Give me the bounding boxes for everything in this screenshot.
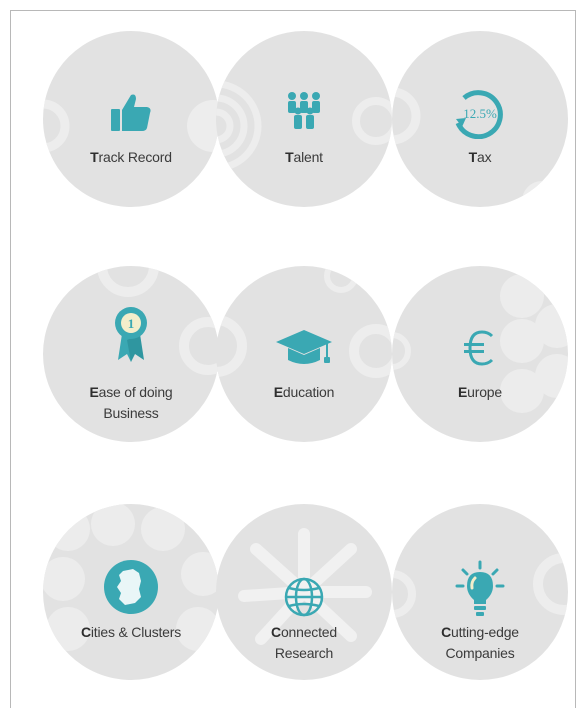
- label-track-record: Track Record: [90, 149, 172, 165]
- tile-europe[interactable]: Europe: [392, 266, 568, 442]
- award-badge: 1: [128, 316, 135, 331]
- label-education: Education: [273, 384, 335, 400]
- award-ribbon-icon: 1: [43, 306, 219, 362]
- tile-track-record[interactable]: Track Record: [43, 31, 219, 207]
- tile-education[interactable]: Education: [216, 266, 392, 442]
- thumbs-up-icon: [43, 91, 219, 135]
- label-cutting-edge-companies: Cutting-edge Companies: [441, 624, 519, 661]
- label-connected-research: Connected Research: [271, 624, 337, 661]
- label-cities-clusters: Cities & Clusters: [80, 624, 182, 640]
- tile-tax[interactable]: 12.5% Tax: [392, 31, 568, 207]
- graduation-cap-icon: [216, 328, 392, 368]
- ireland-map-icon: [43, 559, 219, 615]
- tile-cutting-edge-companies[interactable]: Cutting-edge Companies: [392, 504, 568, 680]
- euro-icon: [392, 328, 568, 368]
- lightbulb-icon: [392, 560, 568, 618]
- tax-rate-icon: 12.5%: [392, 89, 568, 139]
- label-talent: Talent: [285, 149, 323, 165]
- globe-icon: [216, 576, 392, 618]
- label-europe: Europe: [458, 384, 502, 400]
- tile-cities-clusters[interactable]: Cities & Clusters: [43, 504, 219, 680]
- tax-badge: 12.5%: [463, 106, 497, 121]
- tile-ease-of-doing-business[interactable]: 1 Ease of doing Business: [43, 266, 219, 442]
- tile-talent[interactable]: Talent: [216, 31, 392, 207]
- people-icon: [216, 91, 392, 129]
- label-ease-of-doing-business: Ease of doing Business: [89, 384, 173, 421]
- tile-connected-research[interactable]: Connected Research: [216, 504, 392, 680]
- label-tax: Tax: [468, 149, 492, 165]
